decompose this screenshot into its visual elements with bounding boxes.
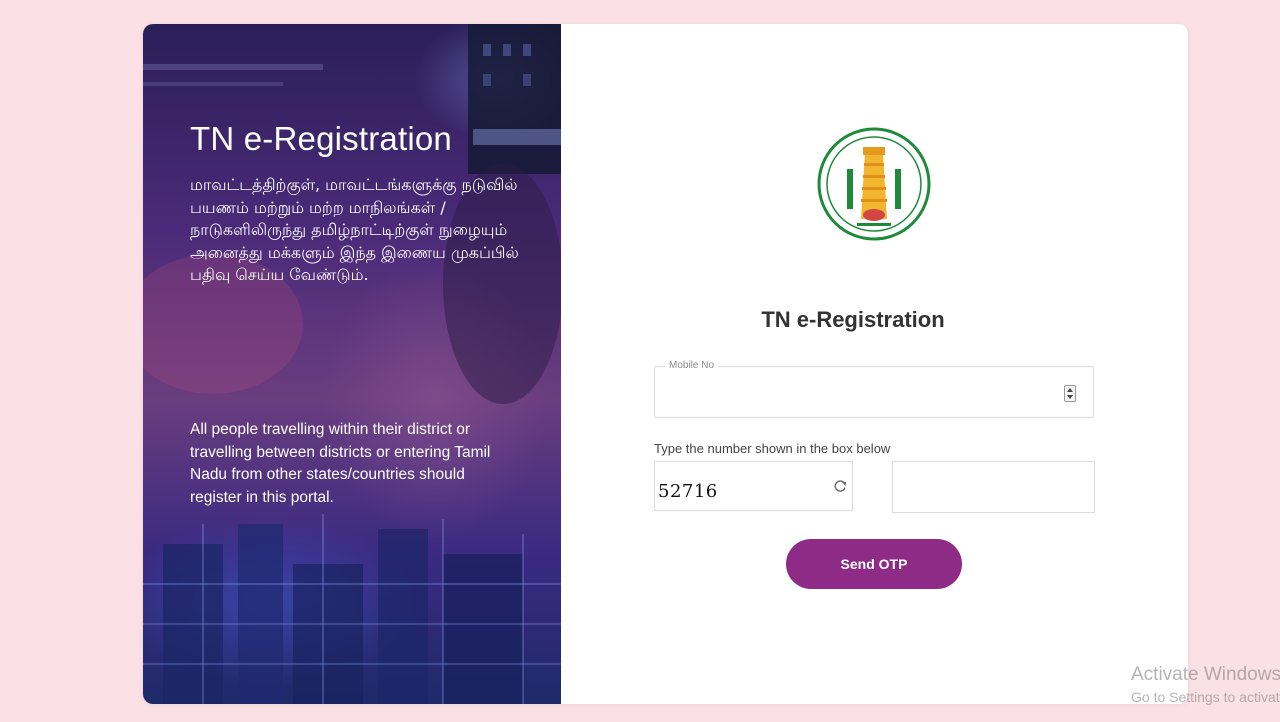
captcha-answer-input[interactable] xyxy=(892,461,1095,513)
spinner-down-arrow-icon[interactable] xyxy=(1067,395,1073,399)
captcha-code: 52716 xyxy=(658,481,718,502)
hero-english-description: All people travelling within their distr… xyxy=(190,421,491,506)
captcha-image: 52716 xyxy=(654,461,853,511)
registration-card: TN e-Registration மாவட்டத்திற்குள், மாவட… xyxy=(143,24,1188,704)
hero-title: TN e-Registration xyxy=(190,120,452,157)
refresh-icon[interactable] xyxy=(832,478,848,494)
spinner-up-arrow-icon[interactable] xyxy=(1067,388,1073,392)
activate-windows-watermark: Activate Windows Go to Settings to activ… xyxy=(1131,663,1280,707)
mobile-number-field[interactable]: Mobile No xyxy=(654,360,1094,418)
hero-panel: TN e-Registration மாவட்டத்திற்குள், மாவட… xyxy=(143,24,561,704)
form-title: TN e-Registration xyxy=(761,307,945,332)
tamil-nadu-emblem-icon xyxy=(817,127,931,241)
send-otp-button[interactable]: Send OTP xyxy=(786,539,962,589)
number-spinner-icon[interactable] xyxy=(1064,385,1076,402)
hero-tamil-description: மாவட்டத்திற்குள், மாவட்டங்களுக்கு நடுவில… xyxy=(190,175,519,284)
captcha-instruction: Type the number shown in the box below xyxy=(654,441,891,456)
mobile-number-label: Mobile No xyxy=(665,360,719,372)
watermark-line-2: Go to Settings to activate Windows. xyxy=(1131,689,1280,705)
mobile-number-input[interactable] xyxy=(665,379,1049,407)
watermark-line-1: Activate Windows xyxy=(1131,664,1280,685)
